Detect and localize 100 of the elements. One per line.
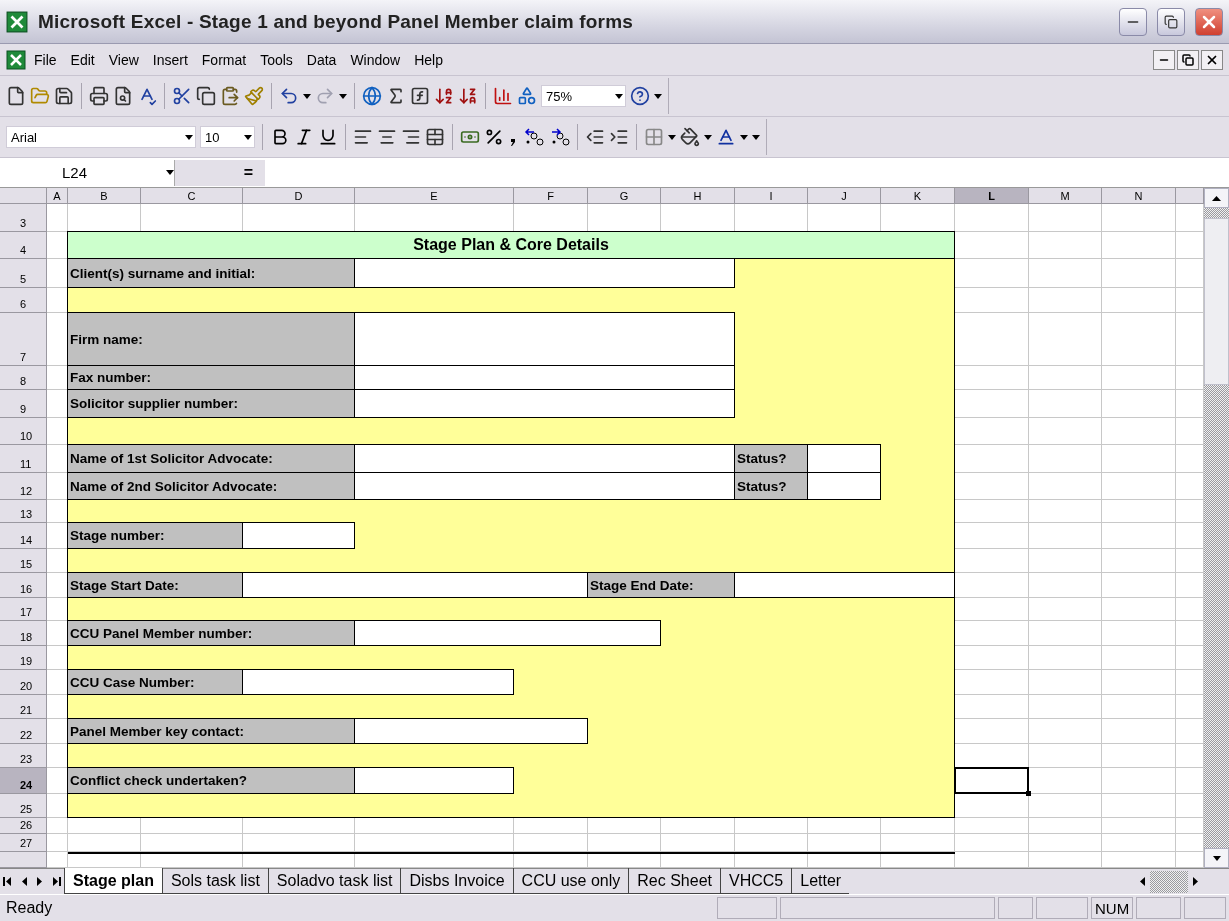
row-header[interactable]: 15 [0, 549, 47, 573]
sheet-tab[interactable]: VHCC5 [720, 868, 792, 894]
input-field[interactable] [354, 258, 735, 288]
font-color-icon[interactable] [716, 127, 736, 147]
menu-item[interactable]: Help [408, 49, 449, 70]
column-header[interactable]: D [243, 188, 355, 204]
input-field[interactable] [354, 472, 735, 500]
align-center-icon[interactable] [377, 127, 397, 147]
chart-icon[interactable] [493, 86, 513, 106]
row-header[interactable]: 26 [0, 818, 47, 834]
globe-icon[interactable] [362, 86, 382, 106]
restore-icon[interactable] [1182, 53, 1194, 66]
up-arrow-icon[interactable] [1212, 195, 1221, 201]
menu-item[interactable]: Format [195, 49, 253, 70]
row-header[interactable]: 3 [0, 204, 47, 232]
minimize-button[interactable] [1119, 7, 1147, 36]
column-header[interactable]: F [514, 188, 588, 204]
input-field[interactable] [807, 472, 881, 500]
cut-icon[interactable] [172, 86, 192, 106]
input-field[interactable] [807, 444, 881, 473]
next-sheet-icon[interactable] [35, 876, 45, 887]
row-header[interactable]: 13 [0, 500, 47, 523]
column-header[interactable]: H [661, 188, 735, 204]
percent-icon[interactable] [484, 127, 504, 147]
row-header[interactable]: 22 [0, 719, 47, 744]
row-header[interactable]: 6 [0, 288, 47, 313]
input-field[interactable] [354, 718, 588, 744]
row-header[interactable]: 7 [0, 313, 47, 366]
caret-icon[interactable] [303, 93, 311, 99]
menu-item[interactable]: Tools [254, 49, 299, 70]
row-header[interactable]: 11 [0, 445, 47, 473]
input-field[interactable] [354, 620, 661, 646]
format-painter-icon[interactable] [244, 86, 264, 106]
caret-icon[interactable] [615, 93, 623, 99]
row-header[interactable]: 23 [0, 744, 47, 768]
sort-ascending-icon[interactable] [434, 86, 454, 106]
caret-icon[interactable] [166, 170, 174, 175]
row-header[interactable]: 5 [0, 259, 47, 288]
column-header[interactable]: E [355, 188, 514, 204]
row-header[interactable]: 16 [0, 573, 47, 598]
caret-icon[interactable] [654, 93, 662, 99]
minimize-button[interactable] [1153, 49, 1175, 70]
input-field[interactable] [354, 444, 735, 473]
menu-item[interactable]: Data [300, 49, 343, 70]
row-header[interactable]: 4 [0, 232, 47, 259]
row-header[interactable]: 8 [0, 366, 47, 390]
underline-icon[interactable] [318, 127, 338, 147]
row-header[interactable]: 10 [0, 418, 47, 445]
help-icon[interactable] [630, 86, 650, 106]
input-field[interactable] [354, 312, 735, 366]
merge-center-icon[interactable] [425, 127, 445, 147]
row-header[interactable]: 20 [0, 670, 47, 695]
scroll-left-icon[interactable] [1137, 876, 1147, 887]
restore-icon[interactable] [1164, 14, 1178, 29]
selected-cell[interactable] [954, 767, 1029, 794]
paste-icon[interactable] [220, 86, 240, 106]
row-header[interactable]: 21 [0, 695, 47, 719]
previous-sheet-icon[interactable] [19, 876, 29, 887]
scrollbar-thumb[interactable] [1204, 218, 1229, 385]
font-dropdown[interactable]: Arial [6, 126, 196, 148]
column-header[interactable]: L [955, 188, 1029, 204]
menu-item[interactable]: Window [344, 49, 407, 70]
row-header[interactable]: 19 [0, 646, 47, 670]
italic-icon[interactable] [294, 127, 314, 147]
undo-icon[interactable] [279, 86, 299, 106]
save-icon[interactable] [54, 86, 74, 106]
menu-item[interactable]: File [28, 49, 63, 70]
row-header[interactable]: 25 [0, 794, 47, 818]
sheet-tab[interactable]: Stage plan [64, 868, 162, 894]
new-document-icon[interactable] [6, 86, 26, 106]
input-field[interactable] [354, 389, 735, 418]
row-header[interactable]: 12 [0, 473, 47, 500]
caret-icon[interactable] [244, 134, 252, 140]
row-header[interactable]: 27 [0, 834, 47, 852]
input-field[interactable] [242, 522, 355, 549]
restore-button[interactable] [1157, 7, 1185, 36]
restore-button[interactable] [1177, 49, 1199, 70]
column-header[interactable]: C [141, 188, 243, 204]
align-left-icon[interactable] [353, 127, 373, 147]
input-field[interactable] [242, 669, 514, 695]
input-field[interactable] [242, 572, 588, 598]
sheet-tab[interactable]: Sols task list [161, 868, 268, 894]
column-header[interactable]: G [588, 188, 661, 204]
caret-icon[interactable] [185, 134, 193, 140]
caret-icon[interactable] [1212, 855, 1221, 861]
input-field[interactable] [354, 365, 735, 390]
increase-indent-icon[interactable] [609, 127, 629, 147]
sheet-tab[interactable]: Letter [791, 868, 850, 894]
zoom-dropdown[interactable]: 75% [541, 85, 626, 107]
input-field[interactable] [734, 572, 955, 598]
scroll-up-button[interactable] [1204, 188, 1229, 208]
row-header[interactable]: 18 [0, 621, 47, 646]
increase-decimal-icon[interactable] [522, 127, 544, 147]
column-header[interactable]: N [1102, 188, 1176, 204]
print-icon[interactable] [89, 86, 109, 106]
column-header[interactable]: I [735, 188, 808, 204]
sheet-tab[interactable]: Disbs Invoice [400, 868, 513, 894]
column-header[interactable]: J [808, 188, 881, 204]
row-header[interactable]: 9 [0, 390, 47, 418]
last-sheet-icon[interactable] [51, 876, 61, 887]
